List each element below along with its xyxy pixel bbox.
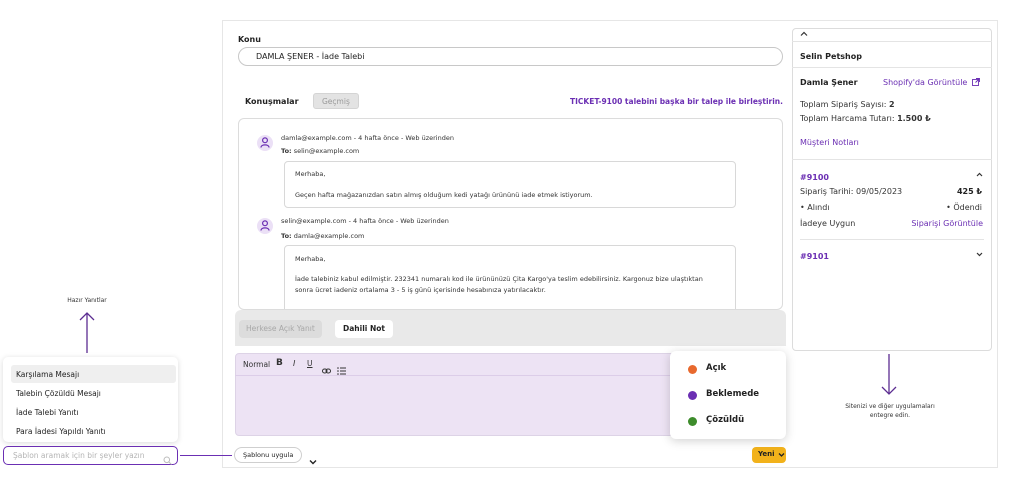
customer-notes-link[interactable]: Müşteri Notları — [800, 138, 859, 147]
user-avatar-icon — [257, 218, 273, 234]
order-number-link[interactable]: #9100 — [800, 173, 829, 182]
template-item[interactable]: İade Talebi Yanıtı — [11, 403, 176, 421]
template-item[interactable]: Talebin Çözüldü Mesajı — [11, 384, 176, 402]
chevron-down-icon — [778, 453, 785, 457]
status-label: Açık — [706, 363, 727, 373]
view-on-shopify-label: Shopify'da Görüntüle — [883, 78, 968, 87]
tab-conversations[interactable]: Konuşmalar — [245, 97, 299, 106]
status-option-resolved[interactable]: Çözüldü — [670, 413, 786, 431]
quick-replies-caption: Hazır Yanıtlar — [67, 297, 107, 304]
divider — [792, 67, 992, 68]
link-icon[interactable] — [322, 360, 331, 379]
bold-button[interactable]: B — [276, 358, 283, 368]
message-line: Merhaba, — [295, 255, 326, 263]
fulfillment-status: • Alındı — [800, 203, 830, 212]
status-dot-icon — [688, 365, 697, 374]
message-recipient: To: selin@example.com — [281, 147, 360, 155]
templates-list: Karşılama Mesajı Talebin Çözüldü Mesajı … — [3, 357, 178, 442]
conversation-thread[interactable]: damla@example.com - 4 hafta önce - Web ü… — [238, 118, 783, 310]
order-number-link[interactable]: #9101 — [800, 252, 829, 261]
message-line: sonra ücret iadeniz ortalama 3 - 5 iş gü… — [295, 286, 546, 294]
message-line: Merhaba, — [295, 170, 326, 178]
total-spend: Toplam Harcama Tutarı: 1.500 ₺ — [800, 114, 931, 123]
chevron-down-icon[interactable] — [309, 450, 317, 469]
customer-name: Damla Şener — [800, 78, 858, 87]
status-dot-icon — [688, 391, 697, 400]
status-dot-icon — [688, 417, 697, 426]
tab-history[interactable]: Geçmiş — [313, 93, 359, 109]
status-option-open[interactable]: Açık — [670, 361, 786, 379]
view-order-link[interactable]: Siparişi Görüntüle — [900, 219, 983, 228]
template-item[interactable]: Para İadesi Yapıldı Yanıtı — [11, 422, 176, 440]
collapse-panel-icon[interactable] — [800, 30, 808, 39]
shop-name: Selin Petshop — [800, 52, 862, 61]
list-icon[interactable] — [337, 360, 346, 379]
divider — [800, 239, 984, 240]
external-link-icon — [971, 78, 980, 86]
search-icon — [163, 450, 172, 469]
subject-label: Konu — [238, 35, 261, 44]
return-eligibility: İadeye Uygun — [800, 219, 856, 228]
italic-button[interactable]: I — [293, 359, 295, 368]
message-line: İade talebiniz kabul edilmiştir. 232341 … — [295, 275, 703, 283]
payment-status: • Ödendi — [946, 203, 982, 212]
order-count: Toplam Sipariş Sayısı: 2 — [800, 100, 895, 109]
status-new-label: Yeni — [758, 450, 775, 458]
arrow-up-icon — [79, 311, 95, 357]
user-avatar-icon — [257, 135, 273, 151]
underline-button[interactable]: U — [307, 359, 313, 368]
divider — [792, 41, 992, 42]
status-label: Beklemede — [706, 389, 760, 399]
message-meta: selin@example.com - 4 hafta önce - Web ü… — [281, 217, 449, 225]
message-recipient: To: damla@example.com — [281, 232, 365, 240]
status-new-button[interactable]: Yeni — [752, 447, 786, 463]
template-item[interactable]: Karşılama Mesajı — [11, 365, 176, 383]
chevron-down-icon[interactable] — [976, 250, 983, 259]
chevron-up-icon[interactable] — [976, 170, 983, 179]
order-amount: 425 ₺ — [956, 187, 982, 196]
divider — [792, 159, 992, 160]
template-search-input[interactable]: Şablon aramak için bir şeyler yazın — [3, 446, 178, 465]
status-label: Çözüldü — [706, 415, 745, 425]
message-meta: damla@example.com - 4 hafta önce - Web ü… — [281, 134, 454, 142]
status-option-pending[interactable]: Beklemede — [670, 387, 786, 405]
integration-caption: Sitenizi ve diğer uygulamaları entegre e… — [845, 403, 935, 419]
apply-template-button[interactable]: Şablonu uygula — [234, 447, 303, 463]
text-format-select[interactable]: Normal — [243, 360, 270, 369]
order-date: Sipariş Tarihi: 09/05/2023 — [800, 187, 903, 196]
message-line: Geçen hafta mağazanızdan satın almış old… — [295, 191, 593, 199]
view-on-shopify-link[interactable]: Shopify'da Görüntüle — [883, 78, 980, 87]
subject-field[interactable]: DAMLA ŞENER - İade Talebi — [238, 47, 783, 66]
merge-ticket-link[interactable]: TICKET-9100 talebini başka bir talep ile… — [540, 97, 783, 106]
connector-line — [180, 455, 232, 456]
message-body: Merhaba, İade talebiniz kabul edilmiştir… — [284, 245, 736, 309]
status-dropdown: Açık Beklemede Çözüldü — [670, 351, 786, 439]
arrow-down-icon — [881, 354, 897, 400]
message-body: Merhaba, Geçen hafta mağazanızdan satın … — [284, 161, 736, 208]
tab-internal-note[interactable]: Dahili Not — [335, 320, 393, 338]
tab-public-reply[interactable]: Herkese Açık Yanıt — [239, 320, 322, 338]
